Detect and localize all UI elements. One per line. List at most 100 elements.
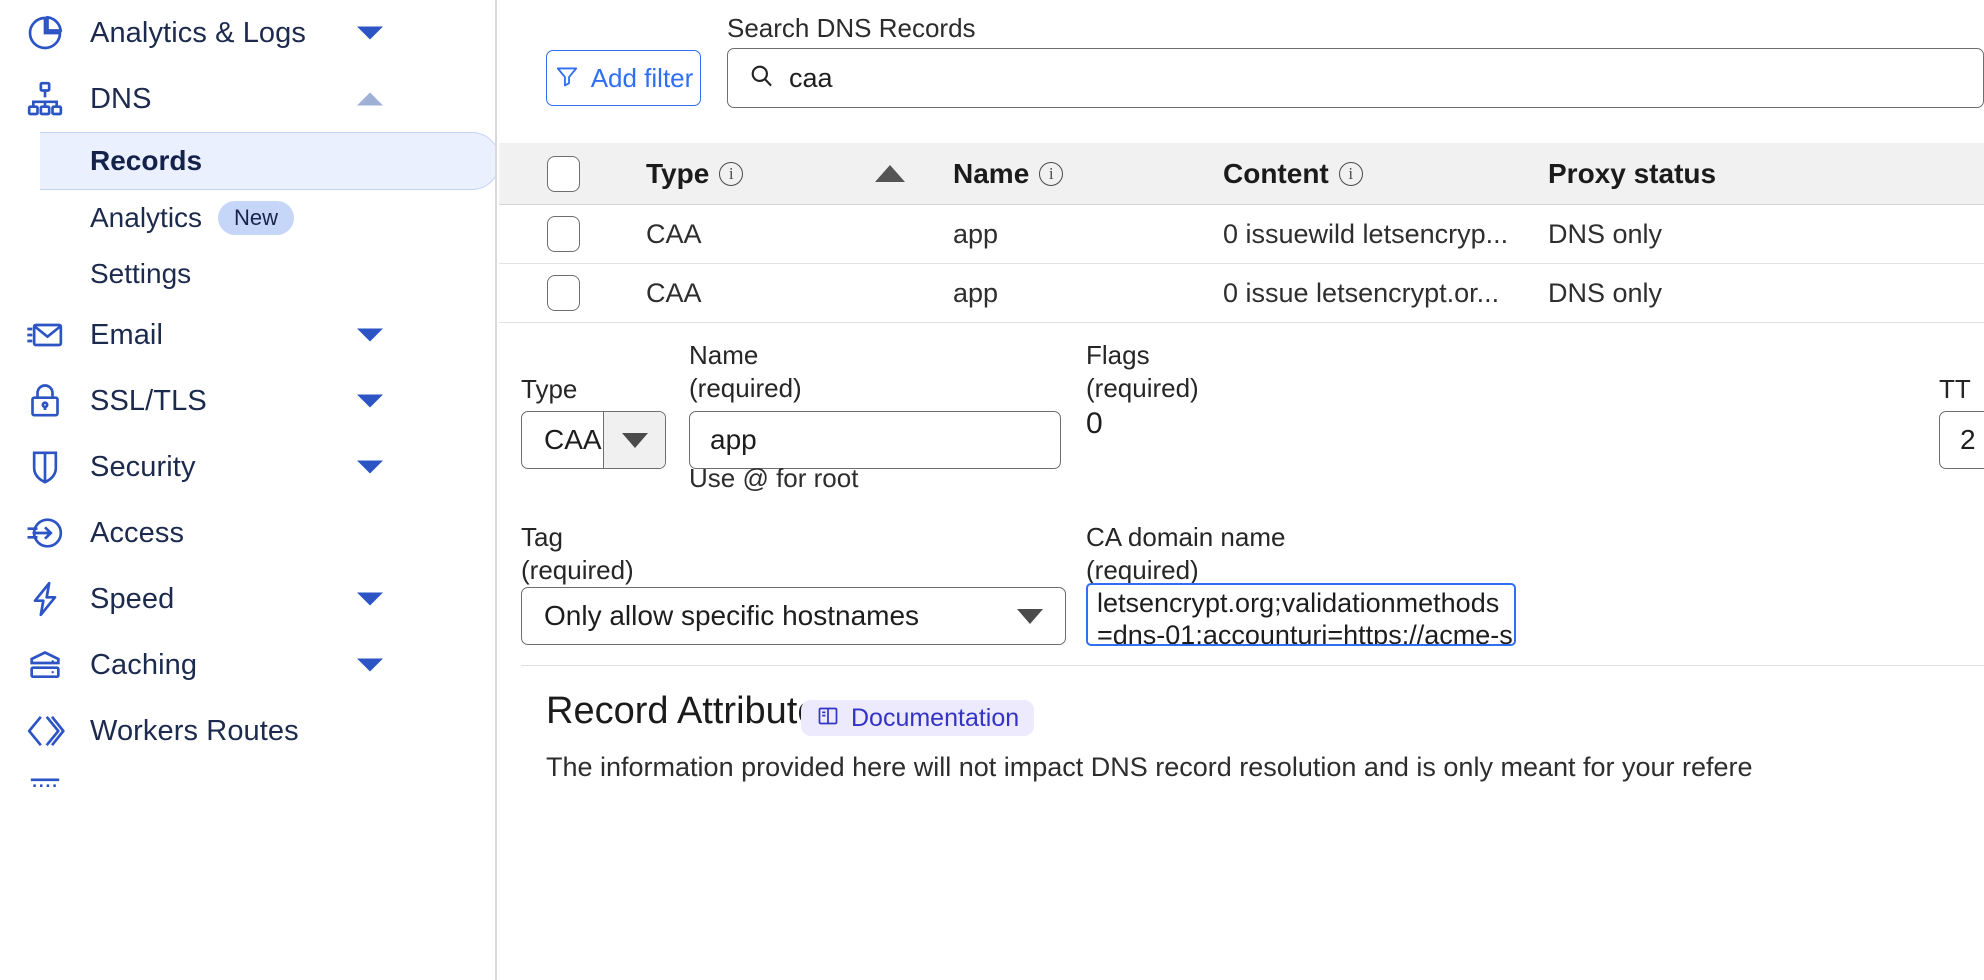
search-field-label: Search DNS Records (727, 13, 976, 44)
column-header-type[interactable]: Type i (627, 158, 846, 190)
lock-icon (22, 378, 68, 424)
select-all-checkbox[interactable] (547, 156, 580, 192)
flags-field-label: Flags (required) (1086, 339, 1199, 405)
documentation-link[interactable]: Documentation (801, 700, 1034, 736)
sidebar-item-access[interactable]: Access (0, 500, 495, 566)
cell-content: 0 issue letsencrypt.or... (1204, 278, 1529, 309)
sidebar-item-security[interactable]: Security (0, 434, 495, 500)
ttl-input-value: 2 (1960, 424, 1976, 456)
sort-asc-icon[interactable] (875, 165, 905, 182)
sidebar-item-analytics-logs[interactable]: Analytics & Logs (0, 0, 495, 66)
column-header-name[interactable]: Name i (934, 158, 1204, 190)
add-filter-button[interactable]: Add filter (546, 50, 701, 106)
row-select-cell (499, 275, 627, 311)
table-row[interactable]: CAA app 0 issuewild letsencryp... DNS on… (499, 205, 1984, 264)
search-input[interactable]: caa (727, 48, 1984, 108)
info-icon[interactable]: i (719, 162, 743, 186)
envelope-icon (22, 312, 68, 358)
add-filter-label: Add filter (591, 63, 694, 94)
name-input[interactable]: app (689, 411, 1061, 469)
sidebar-subitem-label: Records (90, 145, 202, 177)
cell-content: 0 issuewild letsencryp... (1204, 219, 1529, 250)
name-input-value: app (710, 424, 757, 456)
row-checkbox[interactable] (547, 216, 580, 252)
cell-type: CAA (627, 219, 846, 250)
workers-icon (22, 708, 68, 754)
chevron-up-icon[interactable] (357, 93, 383, 106)
sidebar: Analytics & Logs DNS Records Analytics (0, 0, 497, 980)
type-select-value: CAA (522, 424, 603, 456)
column-header-proxy-label: Proxy status (1548, 158, 1716, 190)
records-toolbar: Add filter Search DNS Records caa (499, 0, 1984, 140)
search-input-value: caa (789, 63, 833, 94)
sidebar-item-ssl-tls[interactable]: SSL/TLS (0, 368, 495, 434)
type-field-label: Type (521, 373, 577, 406)
flags-label-text: Flags (1086, 339, 1199, 372)
tag-required-text: (required) (521, 554, 634, 587)
sidebar-item-dns-analytics[interactable]: Analytics New (0, 190, 495, 246)
column-header-proxy-status[interactable]: Proxy status (1529, 158, 1769, 190)
sidebar-item-caching[interactable]: Caching (0, 632, 495, 698)
sidebar-item-label: Caching (90, 649, 197, 682)
app-root: Analytics & Logs DNS Records Analytics (0, 0, 1984, 980)
table-row[interactable]: CAA app 0 issue letsencrypt.or... DNS on… (499, 264, 1984, 323)
row-checkbox[interactable] (547, 275, 580, 311)
lightning-icon (22, 576, 68, 622)
sidebar-item-label: Email (90, 319, 163, 352)
sidebar-item-label: DNS (90, 83, 152, 116)
main-content: Add filter Search DNS Records caa (499, 0, 1984, 980)
flags-value[interactable]: 0 (1086, 407, 1103, 441)
chevron-down-icon[interactable] (995, 609, 1065, 624)
search-icon (748, 62, 775, 94)
pie-chart-icon (22, 10, 68, 56)
name-required-text: (required) (689, 372, 802, 405)
cell-proxy-status: DNS only (1529, 278, 1769, 309)
chevron-down-icon[interactable] (603, 412, 665, 468)
record-attributes-title: Record Attributes (546, 690, 837, 733)
sidebar-item-workers-routes[interactable]: Workers Routes (0, 698, 495, 764)
select-all-cell (499, 156, 627, 192)
info-icon[interactable]: i (1339, 162, 1363, 186)
info-icon[interactable]: i (1039, 162, 1063, 186)
new-badge: New (218, 201, 294, 235)
ca-domain-input[interactable]: letsencrypt.org;validationmethods=dns-01… (1086, 583, 1516, 646)
chevron-down-icon[interactable] (357, 395, 383, 408)
record-attributes-description: The information provided here will not i… (546, 752, 1753, 783)
chevron-down-icon[interactable] (357, 593, 383, 606)
column-header-content[interactable]: Content i (1204, 158, 1529, 190)
tag-select[interactable]: Only allow specific hostnames (521, 587, 1066, 645)
sidebar-item-dns[interactable]: DNS (0, 66, 495, 132)
ca-domain-field-label: CA domain name (required) (1086, 521, 1285, 587)
sidebar-item-dns-settings[interactable]: Settings (0, 246, 495, 302)
chevron-down-icon[interactable] (357, 27, 383, 40)
name-label-text: Name (689, 339, 802, 372)
sidebar-item-label: Workers Routes (90, 715, 299, 748)
dns-records-table: Type i Name i Content i Proxy status (499, 143, 1984, 323)
type-select[interactable]: CAA (521, 411, 666, 469)
ttl-input[interactable]: 2 (1939, 411, 1984, 469)
name-field-hint: Use @ for root (689, 463, 858, 494)
tag-select-value: Only allow specific hostnames (522, 600, 995, 632)
chevron-down-icon[interactable] (357, 461, 383, 474)
column-header-type-label: Type (646, 158, 709, 190)
cell-name: app (934, 219, 1204, 250)
tag-label-text: Tag (521, 521, 634, 554)
server-icon (22, 642, 68, 688)
ttl-field-label: TT (1939, 373, 1971, 406)
name-field-label: Name (required) (689, 339, 802, 405)
form-divider (521, 665, 1984, 666)
column-header-name-label: Name (953, 158, 1029, 190)
sidebar-item-email[interactable]: Email (0, 302, 495, 368)
chevron-down-icon[interactable] (357, 329, 383, 342)
sidebar-item-label: SSL/TLS (90, 385, 207, 418)
sidebar-item-label: Security (90, 451, 196, 484)
sidebar-item-records[interactable]: Records (40, 132, 497, 190)
ca-domain-label-text: CA domain name (1086, 521, 1285, 554)
sidebar-item-label: Speed (90, 583, 174, 616)
chevron-down-icon[interactable] (357, 659, 383, 672)
sidebar-item-speed[interactable]: Speed (0, 566, 495, 632)
book-icon (816, 704, 840, 733)
sidebar-item-rules-partial[interactable] (0, 764, 495, 804)
sort-indicator[interactable] (846, 165, 934, 182)
sidebar-item-label: Analytics & Logs (90, 17, 306, 50)
